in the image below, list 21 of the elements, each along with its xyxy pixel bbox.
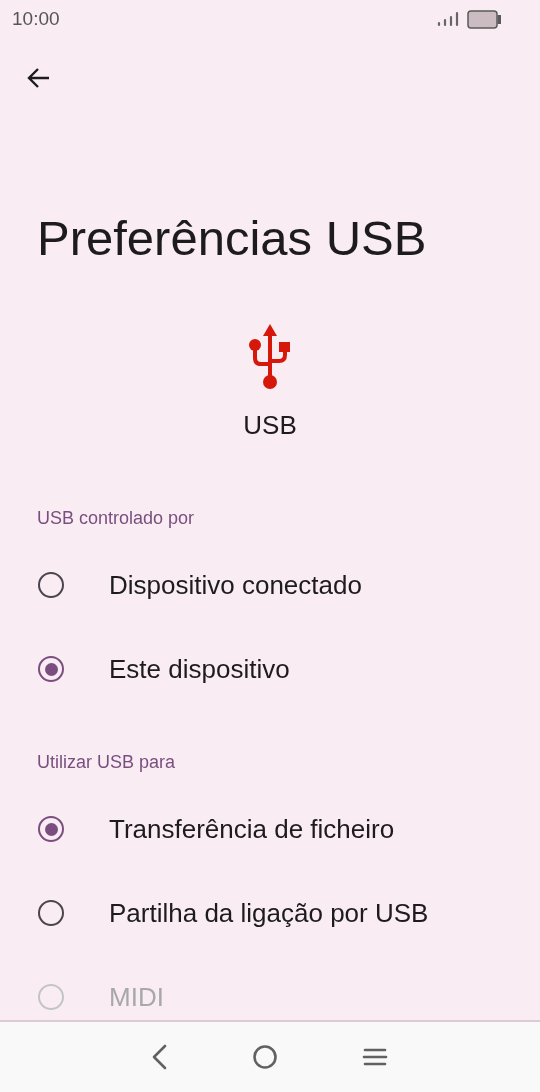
menu-icon[interactable]	[362, 1047, 388, 1067]
radio-button[interactable]	[38, 900, 64, 926]
section-header: USB controlado por	[37, 507, 196, 529]
radio-button[interactable]	[38, 816, 64, 842]
home-icon[interactable]	[252, 1044, 278, 1070]
option-label: MIDI	[109, 981, 164, 1013]
usb-icon	[248, 324, 292, 390]
back-arrow-icon	[25, 66, 51, 90]
option-label: Partilha da ligação por USB	[109, 897, 429, 929]
signal-icon	[437, 11, 459, 27]
battery-icon	[467, 9, 502, 29]
radio-button[interactable]	[38, 656, 64, 682]
radio-button[interactable]	[38, 572, 64, 598]
back-icon[interactable]	[152, 1044, 168, 1070]
section-header: Utilizar USB para	[37, 751, 177, 773]
option-label: Este dispositivo	[109, 653, 290, 685]
option-label: Transferência de ficheiro	[109, 813, 395, 845]
option-label: Dispositivo conectado	[109, 569, 362, 601]
page-title: Preferências USB	[37, 210, 428, 267]
status-time: 10:00	[12, 8, 60, 30]
usb-label: USB	[243, 410, 297, 441]
